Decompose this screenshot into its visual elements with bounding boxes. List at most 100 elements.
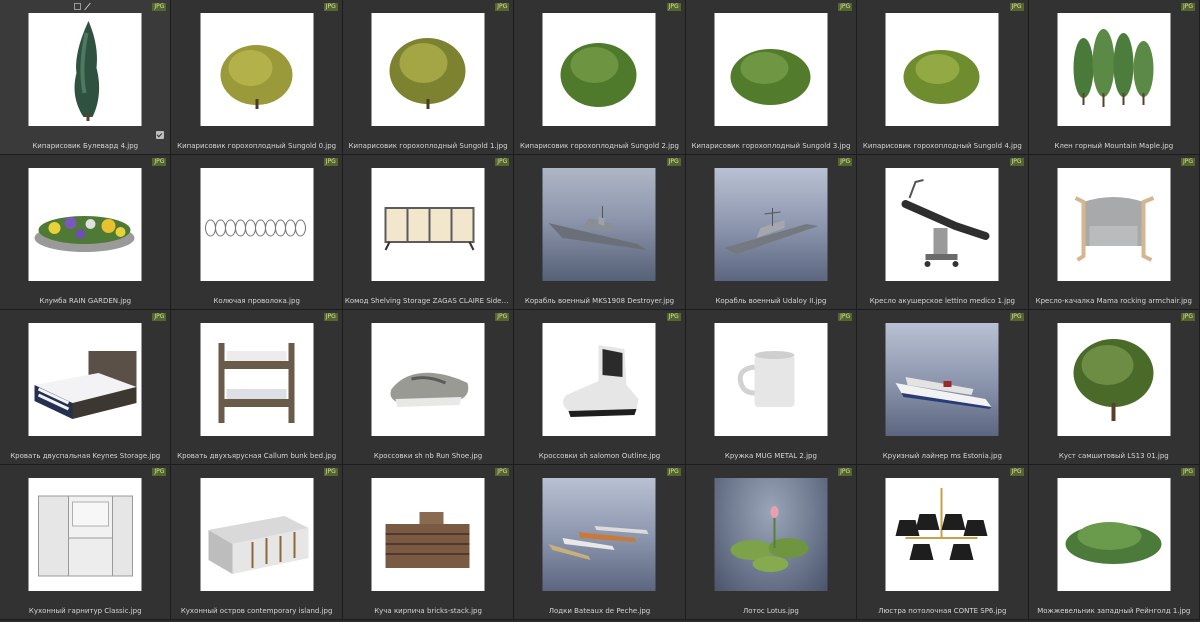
thumbnail-cell[interactable]: JPG Корабль военный MKS1908 Destroyer.jp…	[514, 155, 686, 310]
juniper-shrub-image[interactable]	[1057, 478, 1171, 591]
thumbnail-caption: Комод Shelving Storage ZAGAS CLAIRE Side…	[344, 297, 511, 305]
thumbnail-caption: Лодки Bateaux de Peche.jpg	[548, 607, 651, 615]
file-type-badge: JPG	[1009, 3, 1024, 11]
kitchen-island-image[interactable]	[200, 478, 314, 591]
thumbnail-cell[interactable]: JPG Кипарисовик горохоплодный Sungold 1.…	[342, 0, 515, 155]
checkbox-icon[interactable]	[156, 131, 165, 139]
thumbnail-cell[interactable]: JPG Кружка MUG METAL 2.jpg	[685, 310, 858, 465]
thumbnail-cell[interactable]: JPG Лодки Bateaux de Peche.jpg	[514, 465, 686, 620]
maple-trees-image[interactable]	[1057, 13, 1171, 126]
thumbnail-caption: Кухонный остров contemporary island.jpg	[180, 607, 333, 615]
thumbnail-cell[interactable]: JPG Куча кирпича bricks-stack.jpg	[342, 465, 515, 620]
file-type-badge: JPG	[495, 3, 510, 11]
file-type-badge: JPG	[323, 313, 338, 321]
thumbnail-caption: Кровать двухъярусная Callum bunk bed.jpg	[177, 452, 337, 460]
bed-image[interactable]	[28, 323, 142, 436]
thumbnail-cell[interactable]: JPG Круизный лайнер ms Estonia.jpg	[857, 310, 1029, 465]
thumbnail-caption: Кипарисовик горохоплодный Sungold 2.jpg	[520, 142, 679, 150]
hiking-boot-image[interactable]	[542, 323, 656, 436]
flowerbed-image[interactable]	[28, 168, 142, 281]
thumbnail-caption: Кроссовки sh nb Run Shoe.jpg	[373, 452, 483, 460]
warship-image[interactable]	[542, 168, 656, 281]
thumbnail-cell[interactable]: JPG Кипарисовик горохоплодный Sungold 3.…	[685, 0, 858, 155]
thumbnail-caption: Кипарисовик горохоплодный Sungold 0.jpg	[177, 142, 337, 150]
thumbnail-cell[interactable]: JPG Лотос Lotus.jpg	[685, 465, 858, 620]
bricks-stack-image[interactable]	[371, 478, 485, 591]
thumbnail-cell[interactable]: JPG Кипарисовик горохоплодный Sungold 4.…	[857, 0, 1029, 155]
thumbnail-cell[interactable]: JPG Кровать двухъярусная Callum bunk bed…	[171, 310, 343, 465]
armchair-image[interactable]	[1057, 168, 1171, 281]
pencil-icon[interactable]	[84, 3, 91, 10]
sneaker-image[interactable]	[371, 323, 485, 436]
sideboard-image[interactable]	[371, 168, 485, 281]
cruise-ship-image[interactable]	[885, 323, 999, 436]
file-type-badge: JPG	[666, 468, 681, 476]
thumbnail-cell[interactable]: JPG Комод Shelving Storage ZAGAS CLAIRE …	[342, 155, 515, 310]
thumbnail-caption: Кипарисовик горохоплодный Sungold 3.jpg	[691, 142, 851, 150]
thumbnail-caption: Кипарисовик горохоплодный Sungold 1.jpg	[348, 142, 508, 150]
thumbnail-caption: Кресло-качалка Mama rocking armchair.jpg	[1035, 297, 1192, 305]
thumbnail-cell[interactable]: JPG Корабль военный Udaloy II.jpg	[685, 155, 858, 310]
shrub-image[interactable]	[371, 13, 485, 126]
file-type-badge: JPG	[1009, 468, 1024, 476]
thumbnail-caption: Кресло акушерское lettino medico 1.jpg	[869, 297, 1015, 305]
thumbnail-cell[interactable]: JPG Кипарисовик горохоплодный Sungold 2.…	[514, 0, 686, 155]
boats-image[interactable]	[542, 478, 656, 591]
thumbnail-cell[interactable]: JPG Кипарисовик Булевард 4.jpg	[0, 0, 172, 155]
thumbnail-cell[interactable]: JPG Кухонный гарнитур Classic.jpg	[0, 465, 172, 620]
thumbnail-cell[interactable]: JPG Клен горный Mountain Maple.jpg	[1028, 0, 1200, 155]
thumbnail-cell[interactable]: JPG Кресло-качалка Mama rocking armchair…	[1028, 155, 1200, 310]
thumbnail-cell[interactable]: JPG Кипарисовик горохоплодный Sungold 0.…	[171, 0, 343, 155]
thumbnail-cell[interactable]: JPG Кроссовки sh nb Run Shoe.jpg	[342, 310, 515, 465]
file-type-badge: JPG	[666, 158, 681, 166]
shrub-image[interactable]	[885, 13, 999, 126]
file-type-badge: JPG	[495, 313, 510, 321]
cypress-tree-image[interactable]	[28, 13, 142, 126]
thumbnail-cell[interactable]: JPG Кухонный остров contemporary island.…	[171, 465, 343, 620]
chandelier-image[interactable]	[885, 478, 999, 591]
thumbnail-cell[interactable]: JPG Кроссовки sh salomon Outline.jpg	[514, 310, 686, 465]
file-type-badge: JPG	[838, 313, 853, 321]
thumbnail-cell[interactable]: JPG Колючая проволока.jpg	[171, 155, 343, 310]
file-type-badge: JPG	[152, 3, 167, 11]
file-type-badge: JPG	[666, 3, 681, 11]
file-type-badge: JPG	[838, 468, 853, 476]
warship-image[interactable]	[714, 168, 828, 281]
barbed-wire-image[interactable]	[200, 168, 314, 281]
thumbnail-caption: Кипарисовик Булевард 4.jpg	[32, 142, 139, 150]
shrub-image[interactable]	[714, 13, 828, 126]
thumbnail-cell[interactable]: JPG Можжевельник западный Рейнголд 1.jpg	[1028, 465, 1200, 620]
file-type-badge: JPG	[666, 313, 681, 321]
shrub-image[interactable]	[200, 13, 314, 126]
bunk-bed-image[interactable]	[200, 323, 314, 436]
file-type-badge: JPG	[152, 158, 167, 166]
thumbnail-caption: Кровать двуспальная Keynes Storage.jpg	[10, 452, 161, 460]
boxwood-tree-image[interactable]	[1057, 323, 1171, 436]
lotus-image[interactable]	[714, 478, 828, 591]
thumbnail-caption: Можжевельник западный Рейнголд 1.jpg	[1037, 607, 1191, 615]
medical-chair-image[interactable]	[885, 168, 999, 281]
thumbnail-caption: Лотос Lotus.jpg	[742, 607, 799, 615]
thumbnail-cell[interactable]: JPG Клумба RAIN GARDEN.jpg	[0, 155, 172, 310]
thumbnail-cell[interactable]: JPG Кровать двуспальная Keynes Storage.j…	[0, 310, 172, 465]
file-type-badge: JPG	[838, 158, 853, 166]
kitchen-cabinet-image[interactable]	[28, 478, 142, 591]
thumbnail-caption: Корабль военный Udaloy II.jpg	[715, 297, 827, 305]
thumbnail-caption: Кухонный гарнитур Classic.jpg	[28, 607, 142, 615]
thumbnail-cell[interactable]: JPG Куст самшитовый LS13 01.jpg	[1028, 310, 1200, 465]
thumbnail-caption: Кипарисовик горохоплодный Sungold 4.jpg	[862, 142, 1022, 150]
file-type-badge: JPG	[323, 3, 338, 11]
thumbnail-cell[interactable]: JPG Люстра потолочная CONTE SP6.jpg	[857, 465, 1029, 620]
file-type-badge: JPG	[495, 468, 510, 476]
mug-image[interactable]	[714, 323, 828, 436]
file-type-badge: JPG	[1180, 158, 1195, 166]
thumbnail-caption: Куча кирпича bricks-stack.jpg	[374, 607, 482, 615]
file-type-badge: JPG	[1009, 158, 1024, 166]
thumbnail-cell[interactable]: JPG Кресло акушерское lettino medico 1.j…	[857, 155, 1029, 310]
square-select-icon[interactable]	[74, 3, 81, 10]
shrub-image[interactable]	[542, 13, 656, 126]
file-type-badge: JPG	[323, 158, 338, 166]
file-type-badge: JPG	[1180, 468, 1195, 476]
file-type-badge: JPG	[495, 158, 510, 166]
thumbnail-caption: Корабль военный MKS1908 Destroyer.jpg	[524, 297, 675, 305]
